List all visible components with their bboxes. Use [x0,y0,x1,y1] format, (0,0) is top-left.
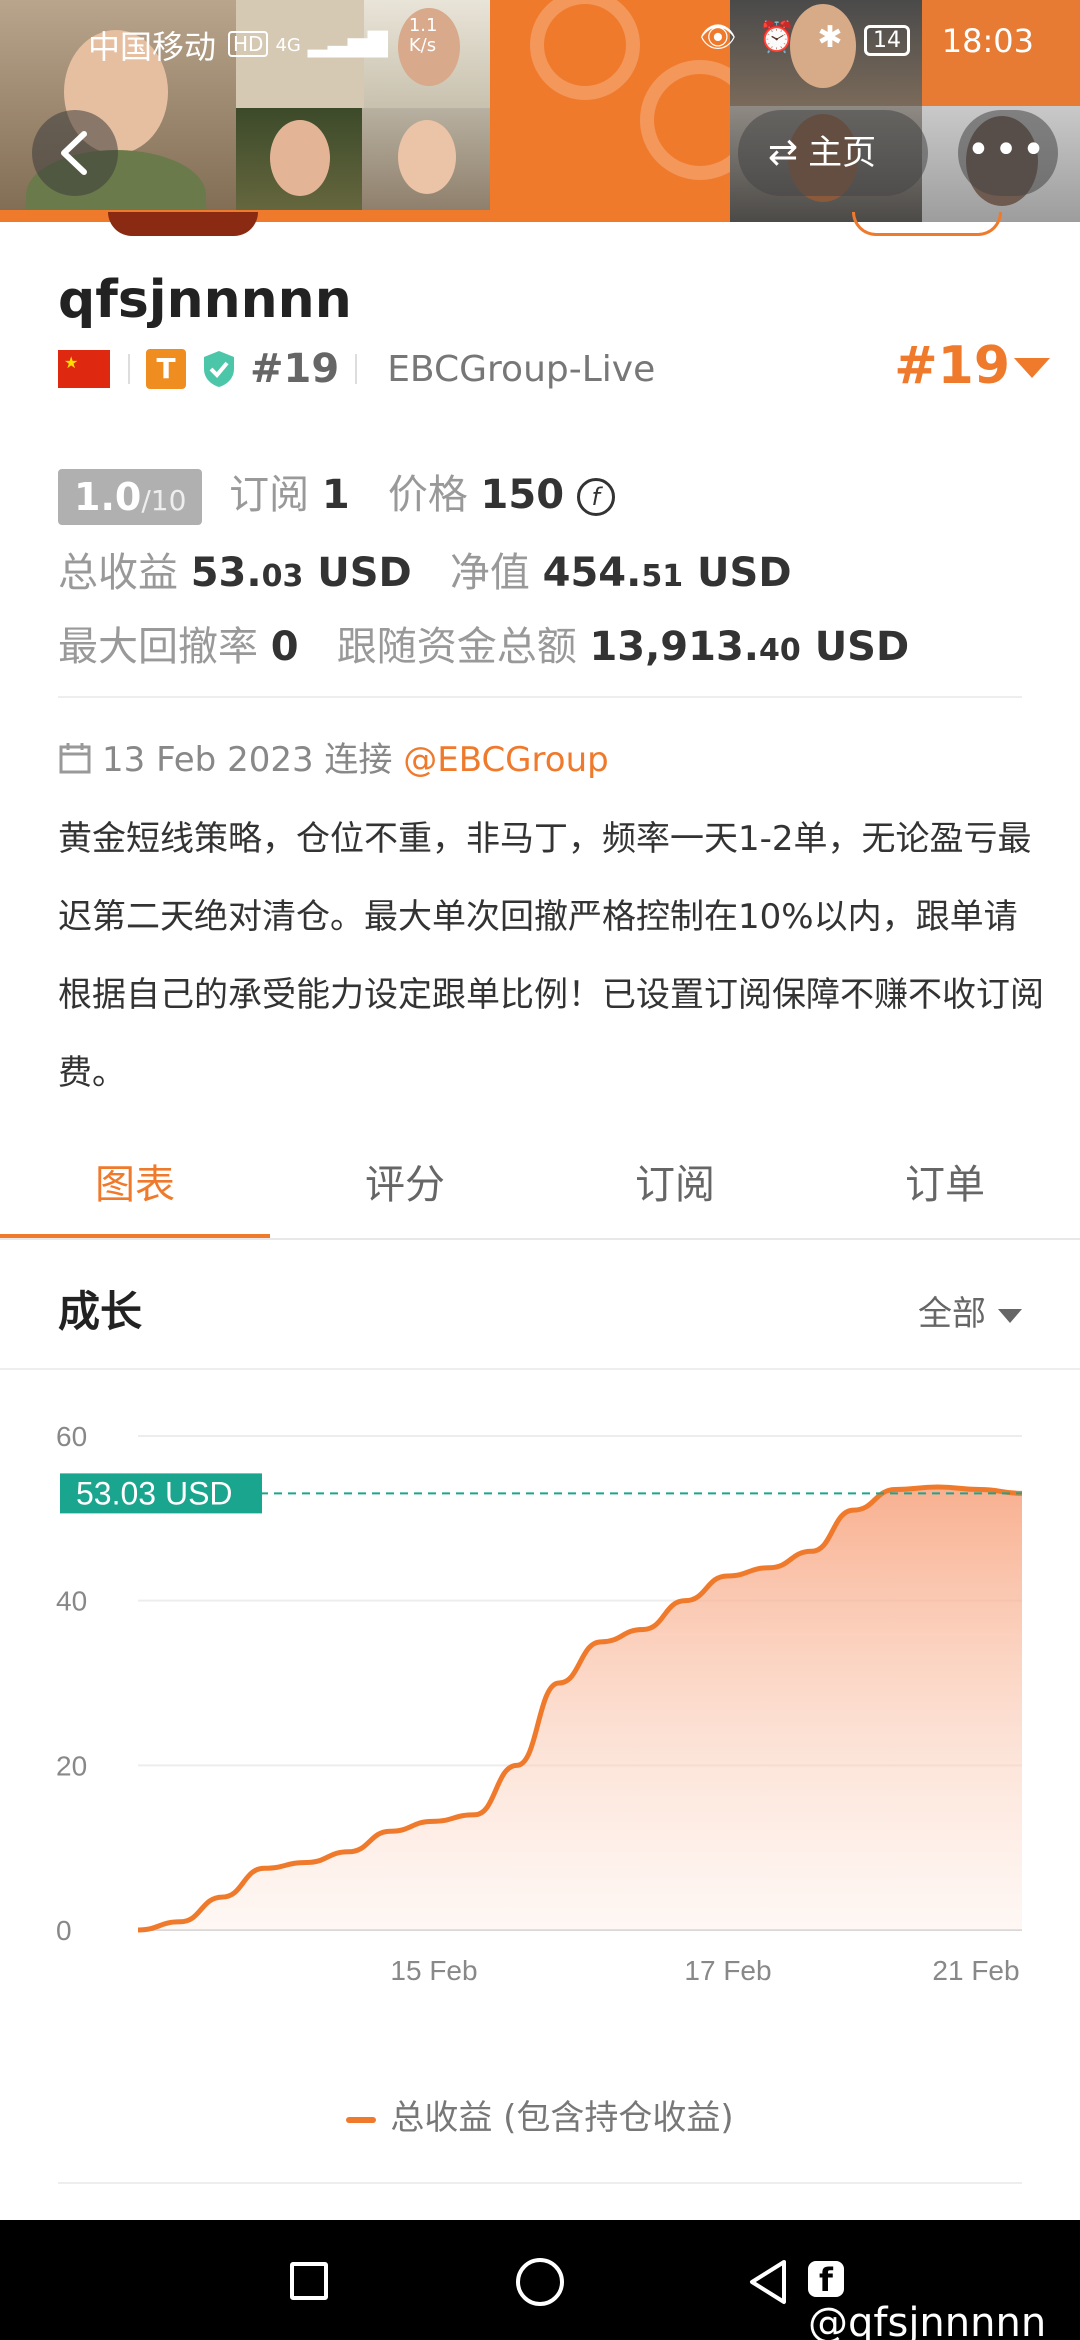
tab-chart[interactable]: 图表 [0,1140,270,1240]
tab-rating[interactable]: 评分 [270,1140,540,1240]
strategy-description: 黄金短线策略，仓位不重，非马丁，频率一天1-2单，无论盈亏最迟第二天绝对清仓。最… [58,819,1044,1093]
trader-badge: T [146,349,186,389]
subscribe-count: 1 [321,472,350,518]
carrier-label: 中国移动 [88,28,217,66]
price-value: 150 [480,472,565,518]
score-badge: 1.0/10 [58,469,203,525]
coin-icon: f [576,478,615,516]
growth-area [138,1487,1022,1930]
tab-orders[interactable]: 订单 [810,1140,1080,1240]
x-tick-label: 17 Feb [684,1955,771,1986]
verified-shield-icon [204,351,234,387]
china-flag-icon: ★ [58,350,110,388]
status-icons: 👁 ⏰ ✱ 14 [699,20,910,56]
y-tick-label: 40 [56,1586,87,1617]
battery-icon: 14 [864,25,910,56]
home-button[interactable]: ⇄ 主页 [738,110,928,196]
rank-badge[interactable]: #19 [894,336,1010,396]
home-label: 主页 [808,133,877,173]
more-button[interactable]: ••• [958,110,1058,196]
clock: 18:03 [941,22,1034,60]
connection-line: 13 Feb 2023 连接 @EBCGroup [58,732,609,781]
total-profit-value: 53.03 USD [190,550,412,596]
broker-link[interactable]: @EBCGroup [403,740,608,780]
caret-down-icon [998,1308,1022,1323]
x-tick-label: 15 Feb [390,1955,477,1986]
group-name[interactable]: EBCGroup-Live [387,349,655,390]
chevron-left-icon [61,131,87,175]
follow-funds-value: 13,913.40 USD [589,624,910,670]
tab-subscribe[interactable]: 订阅 [540,1140,810,1240]
max-drawdown-value: 0 [270,624,299,670]
legend-swatch [346,2116,377,2123]
facebook-icon: f [808,2261,844,2299]
avatar[interactable] [108,212,258,236]
signal-icon: HD 4G ▂▃▅▇ 1.1 K/s [228,16,453,57]
y-tick-label: 20 [56,1750,87,1781]
calendar-icon [59,743,91,774]
network-speed: 1.1 K/s [408,15,438,56]
back-nav-icon[interactable] [746,2258,790,2306]
net-value: 454.51 USD [542,550,792,596]
rank-label: #19 [250,346,340,392]
photo-tile [362,108,490,222]
watermark: f@qfsjnnnnn [808,2261,1047,2340]
back-button[interactable] [32,110,118,196]
y-tick-label: 0 [56,1915,72,1946]
growth-title: 成长 [58,1287,143,1336]
connect-date: 13 Feb 2023 [102,740,314,780]
tab-bar: 图表 评分 订阅 订单 [0,1140,1080,1240]
chart-legend: 总收益 (包含持仓收益) [0,2090,1080,2139]
y-tick-label: 60 [56,1421,87,1452]
profile-header-collage: 中国移动 HD 4G ▂▃▅▇ 1.1 K/s 👁 ⏰ ✱ 14 18:03 ⇄… [0,0,1080,222]
recents-button[interactable] [290,2262,328,2300]
username: qfsjnnnnn [58,270,352,330]
home-nav-button[interactable] [516,2258,564,2306]
stats-row-1: 1.0/10 订阅 1 价格 150 f [58,462,615,525]
x-tick-label: 21 Feb [932,1955,1019,1986]
growth-chart[interactable]: 0 20 40 60 53.03 USD 15 Feb 17 Feb 21 Feb [0,1400,1080,2160]
stats-row-2: 总收益 53.03 USD 净值 454.51 USD [58,550,792,596]
photo-tile [236,108,362,222]
current-value-label: 53.03 USD [76,1475,233,1511]
caret-down-icon[interactable] [1014,358,1050,378]
system-nav-bar: f@qfsjnnnnn [0,2220,1080,2340]
range-dropdown[interactable]: 全部 [918,1286,1022,1335]
follow-button[interactable] [852,212,1002,236]
stats-row-3: 最大回撤率 0 跟随资金总额 13,913.40 USD [58,624,910,670]
badge-row: ★ T #19 EBCGroup-Live [58,346,655,392]
switch-icon: ⇄ [768,132,799,173]
status-bar: 中国移动 HD 4G ▂▃▅▇ 1.1 K/s 👁 ⏰ ✱ 14 18:03 [0,0,1080,80]
